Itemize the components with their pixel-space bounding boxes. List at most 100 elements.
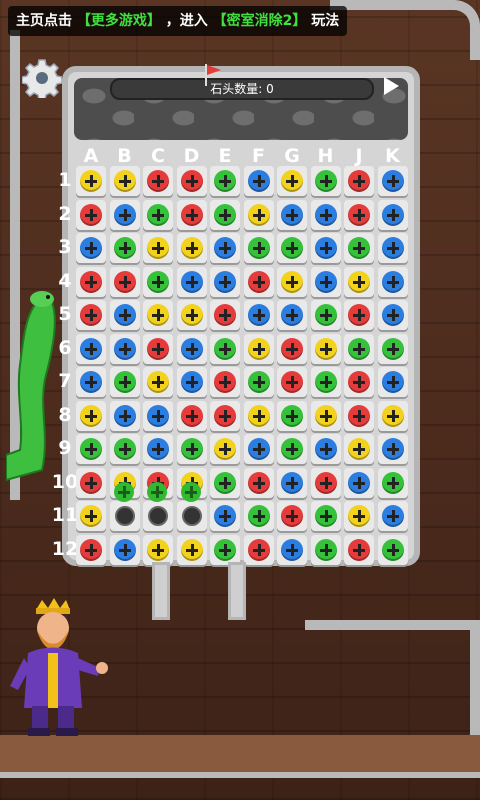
grid-cell[interactable] bbox=[344, 400, 374, 431]
grid-cell[interactable] bbox=[109, 300, 140, 330]
grid-cell[interactable] bbox=[76, 166, 106, 196]
grid-cell[interactable] bbox=[277, 300, 307, 330]
grid-cell[interactable] bbox=[277, 199, 307, 230]
grid-cell[interactable] bbox=[377, 534, 408, 565]
grid-cell[interactable] bbox=[310, 400, 341, 431]
grid-cell[interactable] bbox=[344, 367, 374, 397]
grid-cell[interactable] bbox=[210, 367, 240, 397]
grid-cell[interactable] bbox=[176, 367, 207, 397]
grid-cell[interactable] bbox=[76, 534, 106, 565]
grid-cell[interactable] bbox=[243, 467, 274, 498]
grid-cell[interactable] bbox=[344, 534, 374, 565]
grid-cell[interactable] bbox=[76, 233, 106, 263]
grid-cell[interactable] bbox=[109, 367, 140, 397]
grid-cell[interactable] bbox=[344, 333, 374, 364]
grid-cell[interactable] bbox=[377, 434, 408, 464]
grid-cell[interactable] bbox=[243, 434, 274, 464]
grid-cell[interactable] bbox=[310, 300, 341, 330]
grid-cell[interactable] bbox=[210, 166, 240, 196]
grid-cell[interactable] bbox=[310, 367, 341, 397]
grid-cell[interactable] bbox=[344, 266, 374, 297]
grid-cell[interactable] bbox=[210, 199, 240, 230]
grid-cell[interactable] bbox=[109, 534, 140, 565]
grid-cell[interactable] bbox=[143, 434, 173, 464]
grid-cell[interactable] bbox=[176, 199, 207, 230]
grid-cell[interactable] bbox=[377, 333, 408, 364]
room-game-link[interactable]: 【密室消除2】 bbox=[213, 13, 307, 29]
grid-cell[interactable] bbox=[377, 199, 408, 230]
grid-cell[interactable] bbox=[277, 400, 307, 431]
grid-cell[interactable] bbox=[76, 266, 106, 297]
grid-cell[interactable] bbox=[176, 400, 207, 431]
grid-cell[interactable] bbox=[243, 233, 274, 263]
grid-cell[interactable] bbox=[143, 534, 173, 565]
grid-cell[interactable] bbox=[76, 333, 106, 364]
grid-cell[interactable] bbox=[277, 434, 307, 464]
grid-cell[interactable] bbox=[76, 367, 106, 397]
grid-cell[interactable] bbox=[143, 300, 173, 330]
grid-cell[interactable] bbox=[377, 467, 408, 498]
grid-cell[interactable] bbox=[243, 400, 274, 431]
grid-cell[interactable] bbox=[109, 199, 140, 230]
grid-cell[interactable] bbox=[176, 434, 207, 464]
grid-cell[interactable] bbox=[377, 300, 408, 330]
grid-cell[interactable] bbox=[310, 333, 341, 364]
grid-cell[interactable] bbox=[176, 166, 207, 196]
grid-cell[interactable] bbox=[344, 166, 374, 196]
more-games-link[interactable]: 【更多游戏】 bbox=[77, 13, 161, 29]
grid-cell[interactable] bbox=[344, 300, 374, 330]
grid-cell[interactable] bbox=[210, 534, 240, 565]
grid-cell[interactable] bbox=[210, 400, 240, 431]
settings-gear-icon[interactable] bbox=[22, 58, 62, 98]
grid-cell[interactable] bbox=[176, 534, 207, 565]
grid-cell[interactable] bbox=[109, 400, 140, 431]
grid-cell[interactable] bbox=[277, 333, 307, 364]
grid-cell[interactable] bbox=[344, 434, 374, 464]
grid-cell[interactable] bbox=[243, 166, 274, 196]
grid-cell[interactable] bbox=[344, 467, 374, 498]
grid-cell[interactable] bbox=[176, 300, 207, 330]
grid-cell[interactable] bbox=[277, 166, 307, 196]
grid-cell[interactable] bbox=[76, 400, 106, 431]
grid-cell[interactable] bbox=[210, 266, 240, 297]
grid-cell[interactable] bbox=[310, 501, 341, 531]
play-icon[interactable] bbox=[382, 76, 400, 96]
grid-cell[interactable] bbox=[143, 166, 173, 196]
grid-cell[interactable] bbox=[377, 233, 408, 263]
grid-cell[interactable] bbox=[109, 233, 140, 263]
grid-cell[interactable] bbox=[176, 266, 207, 297]
grid-cell[interactable] bbox=[310, 233, 341, 263]
grid-cell[interactable] bbox=[210, 233, 240, 263]
grid-cell[interactable] bbox=[310, 434, 341, 464]
grid-cell[interactable] bbox=[243, 300, 274, 330]
grid-cell[interactable] bbox=[277, 534, 307, 565]
grid-cell[interactable] bbox=[377, 400, 408, 431]
grid-cell[interactable] bbox=[210, 333, 240, 364]
grid-cell[interactable] bbox=[277, 233, 307, 263]
grid-cell[interactable] bbox=[243, 501, 274, 531]
grid-cell[interactable] bbox=[243, 266, 274, 297]
grid-cell[interactable] bbox=[109, 333, 140, 364]
grid-cell[interactable] bbox=[76, 199, 106, 230]
grid-cell[interactable] bbox=[109, 166, 140, 196]
grid-cell[interactable] bbox=[109, 501, 140, 531]
grid-cell[interactable] bbox=[143, 367, 173, 397]
grid-cell[interactable] bbox=[310, 199, 341, 230]
grid-cell[interactable] bbox=[176, 501, 207, 531]
grid-cell[interactable] bbox=[143, 333, 173, 364]
grid-cell[interactable] bbox=[76, 300, 106, 330]
grid-cell[interactable] bbox=[210, 501, 240, 531]
grid-cell[interactable] bbox=[310, 166, 341, 196]
grid-cell[interactable] bbox=[109, 434, 140, 464]
grid-cell[interactable] bbox=[277, 266, 307, 297]
grid-cell[interactable] bbox=[210, 467, 240, 498]
grid-cell[interactable] bbox=[143, 199, 173, 230]
grid-cell[interactable] bbox=[176, 333, 207, 364]
grid-cell[interactable] bbox=[377, 501, 408, 531]
grid-cell[interactable] bbox=[243, 534, 274, 565]
grid-cell[interactable] bbox=[377, 166, 408, 196]
grid-cell[interactable] bbox=[143, 400, 173, 431]
grid-cell[interactable] bbox=[176, 233, 207, 263]
grid-cell[interactable] bbox=[377, 266, 408, 297]
grid-cell[interactable] bbox=[243, 333, 274, 364]
